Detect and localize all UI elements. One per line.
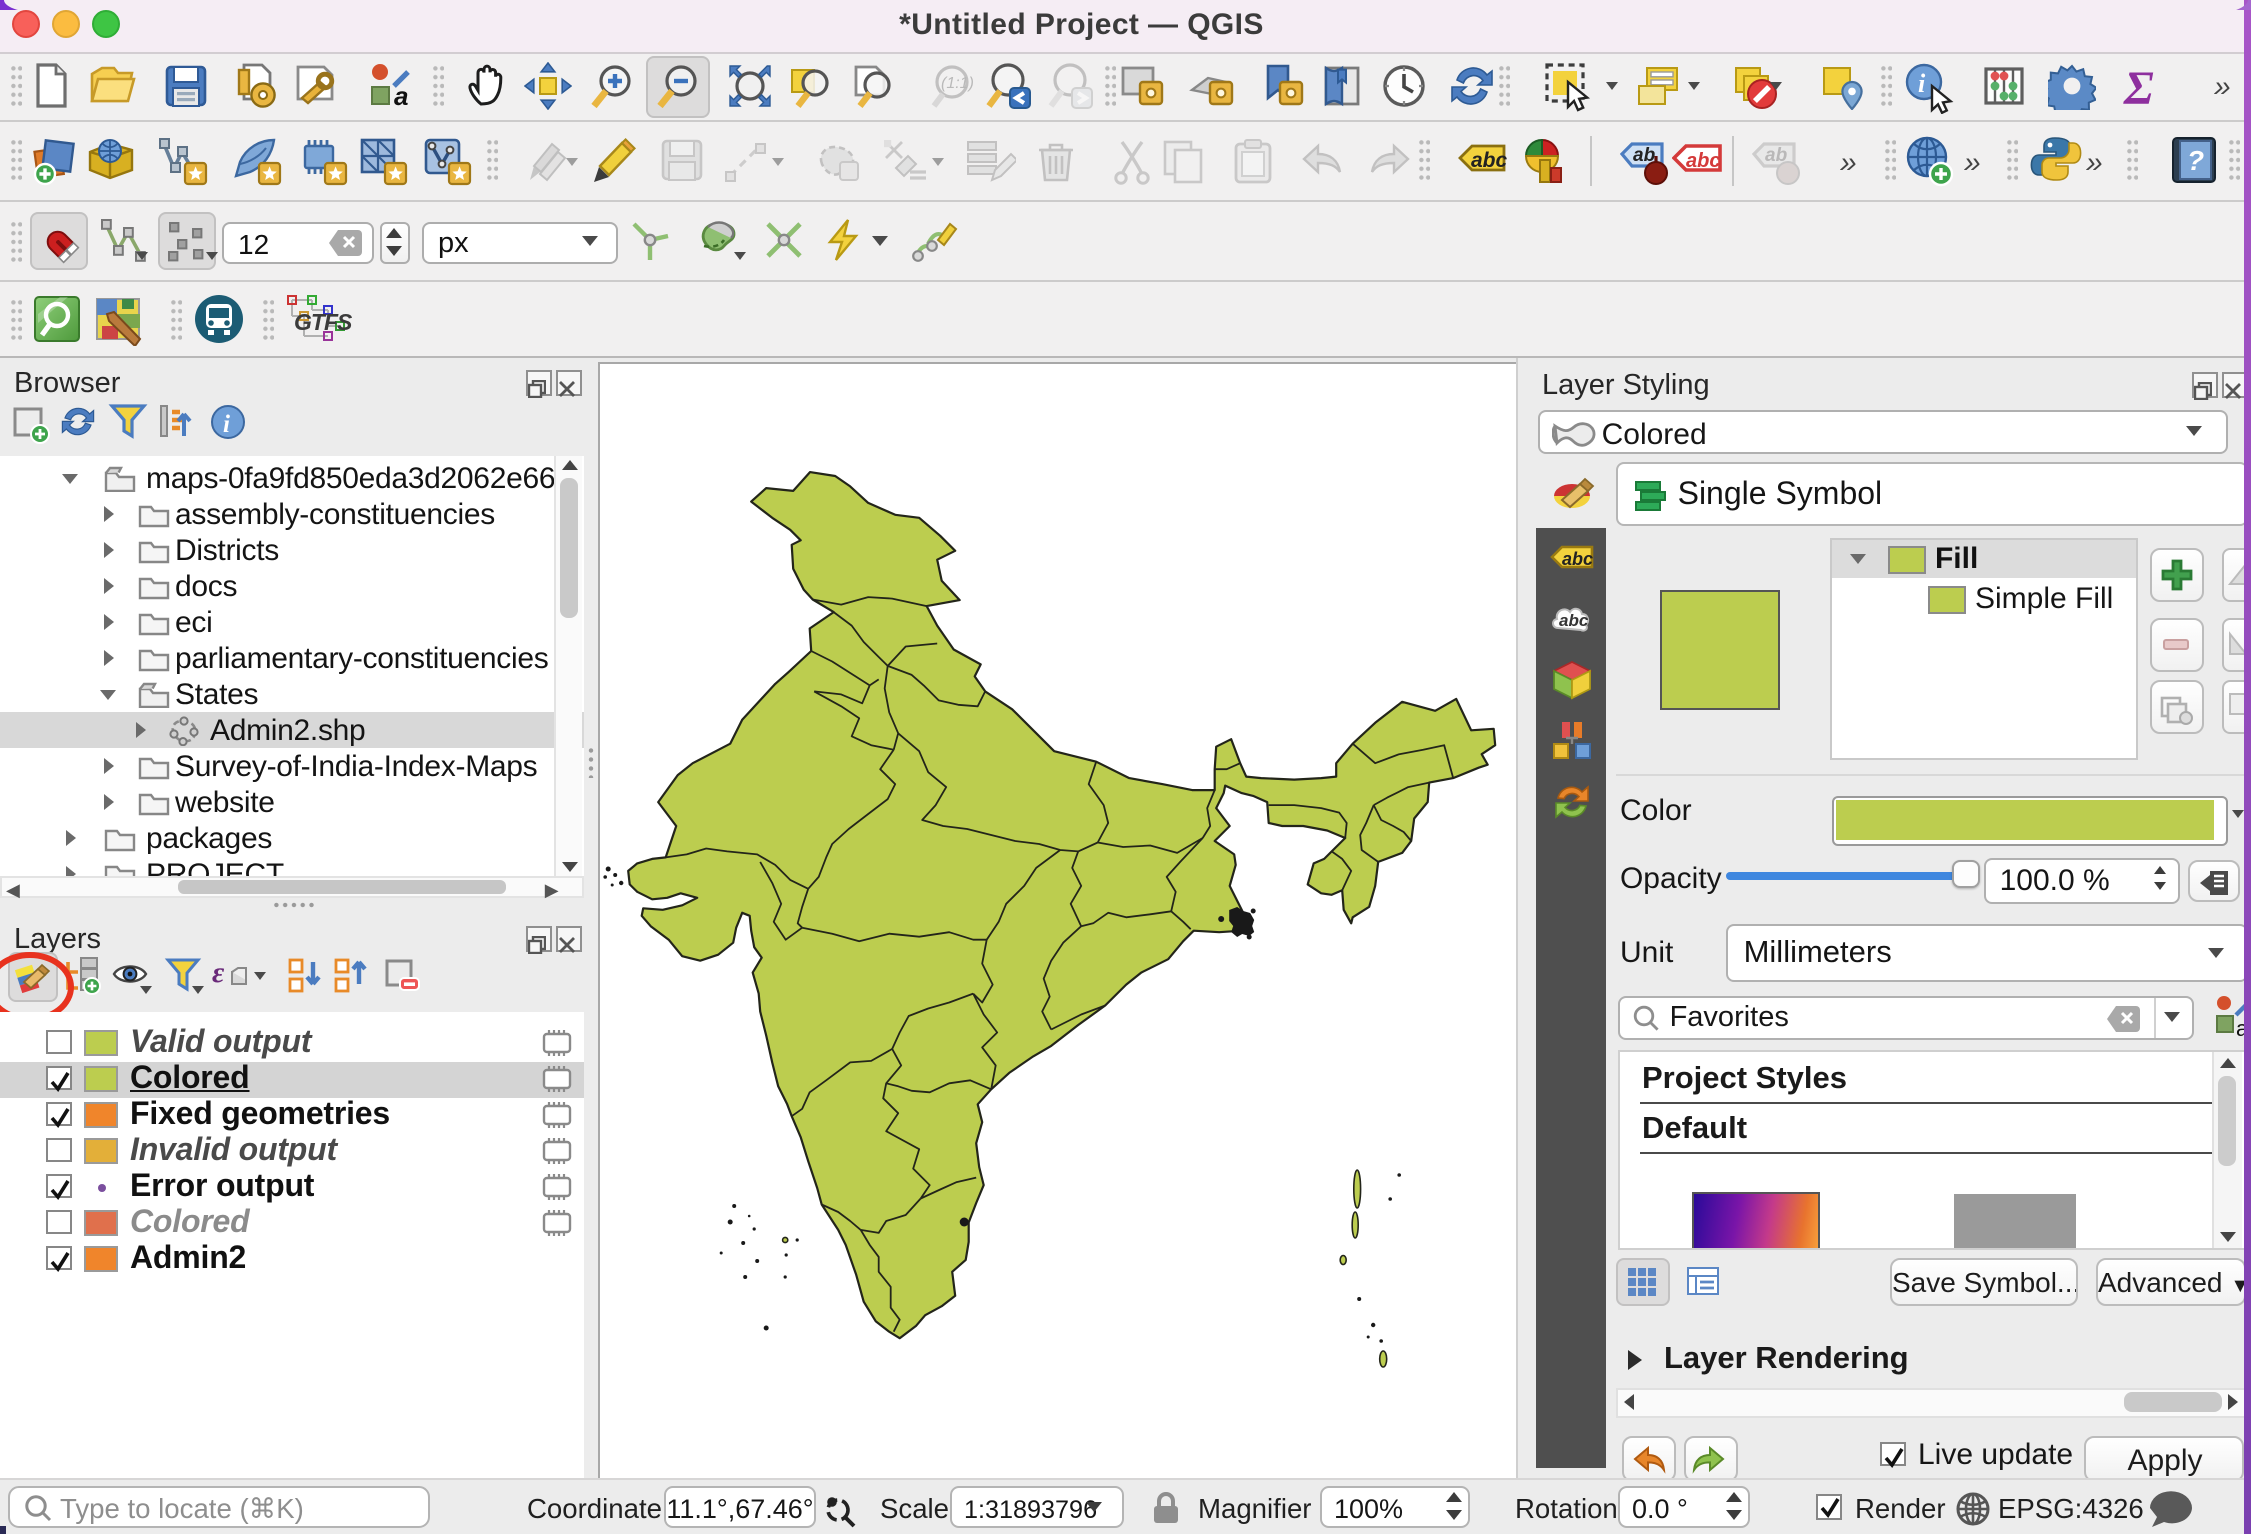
- svg-text:abc: abc: [1470, 148, 1507, 171]
- svg-text:i: i: [1918, 69, 1926, 98]
- svg-text:i: i: [223, 411, 230, 438]
- svg-text:»: »: [2214, 69, 2231, 102]
- svg-text:?: ?: [2187, 145, 2204, 176]
- svg-text:GTFS: GTFS: [294, 309, 352, 335]
- svg-text:ε: ε: [212, 956, 225, 989]
- svg-text:abc: abc: [1686, 149, 1720, 171]
- svg-text:abc: abc: [1563, 549, 1594, 569]
- svg-text:»: »: [1840, 145, 1857, 178]
- svg-text:a: a: [394, 81, 408, 110]
- svg-text:abc: abc: [1560, 611, 1590, 630]
- svg-text:»: »: [2086, 145, 2103, 178]
- svg-text:(1:1): (1:1): [941, 75, 974, 92]
- svg-text:Σ: Σ: [2122, 62, 2153, 112]
- svg-text:»: »: [1964, 145, 1981, 178]
